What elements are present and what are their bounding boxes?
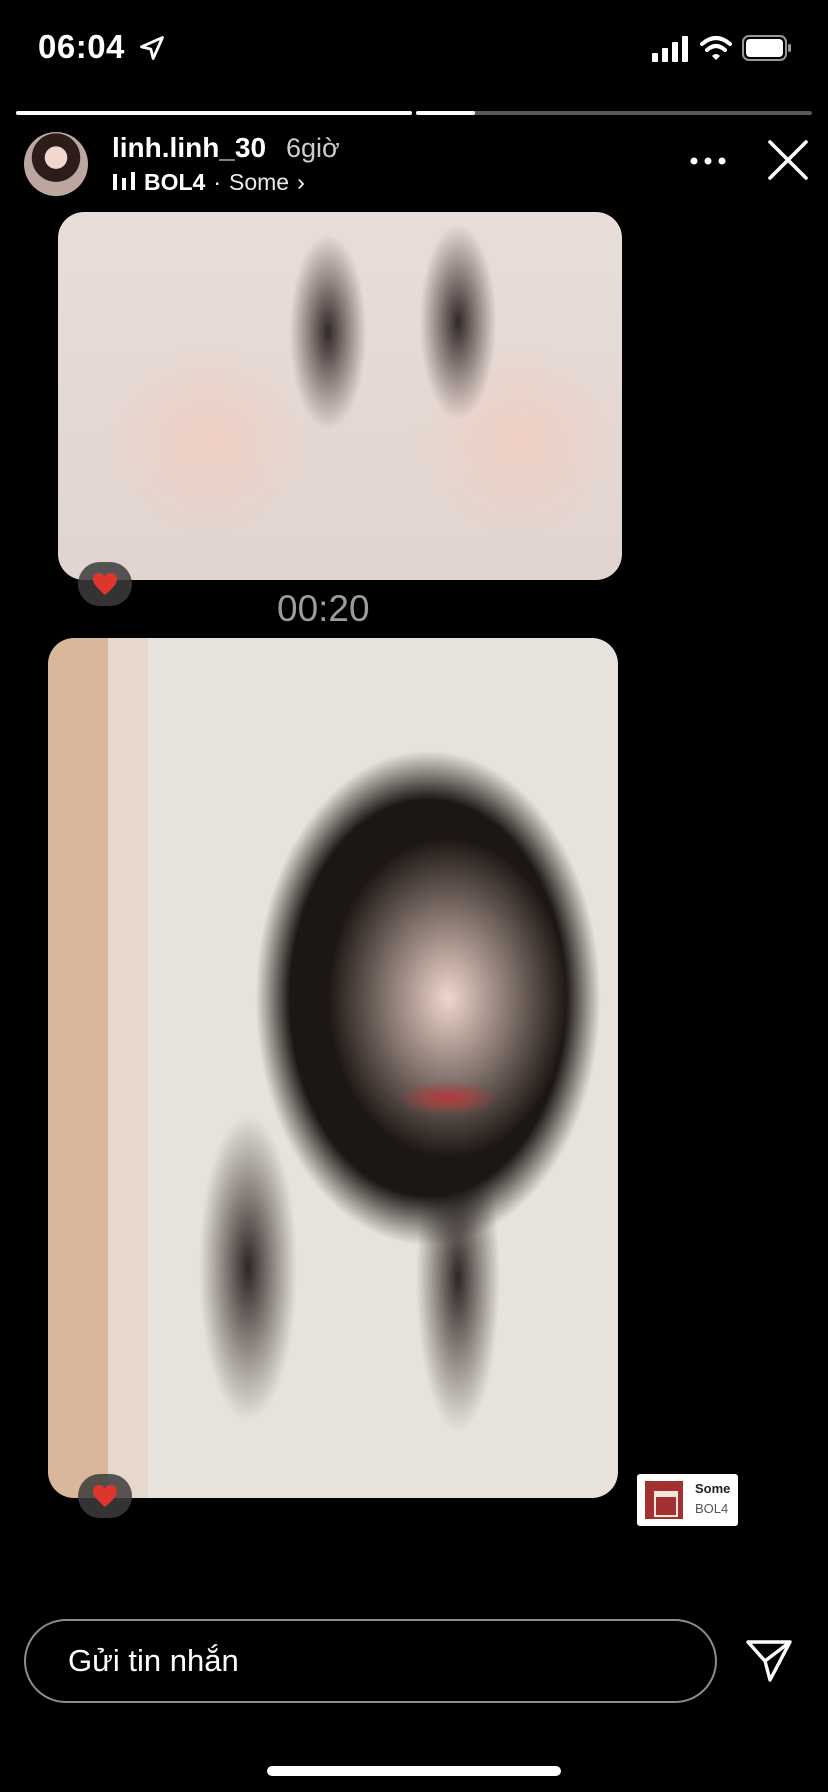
sticker-song: Some [695,1481,731,1496]
wifi-icon [700,36,732,60]
music-sticker[interactable]: Some BOL4 [637,1474,738,1526]
message-input[interactable]: Gửi tin nhắn [24,1619,717,1703]
close-icon[interactable] [766,138,810,182]
progress-fill [416,111,476,115]
message-input-placeholder: Gửi tin nhắn [68,1643,239,1678]
status-bar: 06:04 [0,0,828,100]
music-attribution[interactable]: BOL4 · Some › [112,168,305,196]
album-art [645,1481,683,1519]
heart-icon [93,573,117,595]
avatar[interactable] [24,132,88,196]
progress-fill [16,111,412,115]
status-time: 06:04 [38,28,125,65]
heart-reaction-badge [78,1474,132,1518]
story-photo-bottom [48,638,618,1498]
music-separator: · [213,168,222,195]
story-header: linh.linh_30 6giờ BOL4 · Some › [0,128,828,200]
send-icon[interactable] [744,1636,794,1686]
heart-reaction-badge [78,562,132,606]
story-progress-segment-2 [416,111,812,115]
battery-icon [742,35,791,61]
more-options-icon[interactable] [688,146,728,176]
story-progress-segment-1 [16,111,412,115]
heart-icon [93,1485,117,1507]
posted-time: 6giờ [286,133,340,163]
username[interactable]: linh.linh_30 [112,132,266,164]
home-indicator [267,1766,561,1776]
chevron-right-icon: › [297,168,305,195]
location-arrow-icon [140,36,164,60]
video-timer: 00:20 [277,588,370,629]
music-bars-icon [113,172,135,190]
cellular-signal-icon [652,36,688,62]
story-photo-top [58,212,622,580]
music-artist: BOL4 [144,168,206,195]
sticker-artist: BOL4 [695,1501,729,1516]
music-song: Some [229,168,290,195]
